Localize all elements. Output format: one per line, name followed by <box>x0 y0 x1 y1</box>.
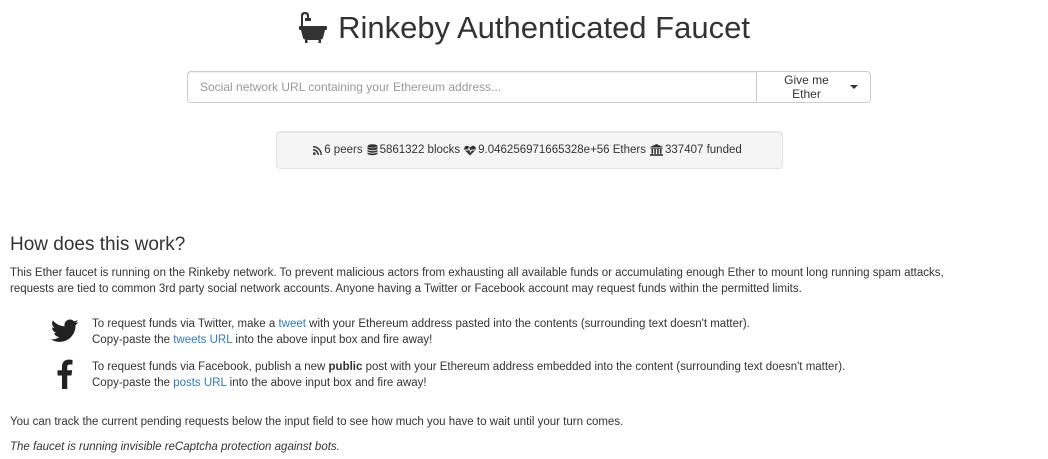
caret-down-icon <box>850 85 858 89</box>
posts-url-link[interactable]: posts URL <box>173 377 226 389</box>
facebook-text: To request funds via Facebook, publish a… <box>92 359 845 391</box>
page-header: Rinkeby Authenticated Faucet <box>0 10 1048 50</box>
facebook-line2-post: into the above input box and fire away! <box>226 377 427 389</box>
rss-icon <box>313 145 323 155</box>
blocks-count: 5861322 blocks <box>379 144 461 156</box>
twitter-line1-post: with your Ethereum address pasted into t… <box>305 318 750 330</box>
tweet-link[interactable]: tweet <box>278 318 306 330</box>
twitter-instructions: To request funds via Twitter, make a twe… <box>48 316 750 348</box>
facebook-icon <box>48 359 82 389</box>
bank-icon <box>650 144 664 156</box>
ethers-amount: 9.046256971665328e+56 Ethers <box>478 144 647 156</box>
give-me-ether-button[interactable]: Give me Ether <box>756 71 871 103</box>
twitter-line2-post: into the above input box and fire away! <box>232 334 433 346</box>
facebook-instructions: To request funds via Facebook, publish a… <box>48 359 845 391</box>
page-title: Rinkeby Authenticated Faucet <box>338 10 750 45</box>
facebook-public-bold: public <box>328 361 363 373</box>
twitter-line1-pre: To request funds via Twitter, make a <box>92 318 279 330</box>
funded-stat: 337407 funded <box>650 144 742 156</box>
facebook-line2-pre: Copy-paste the <box>92 377 174 389</box>
ethers-stat: 9.046256971665328e+56 Ethers <box>464 144 646 156</box>
peers-count: 6 peers <box>324 144 363 156</box>
facebook-line1-pre: To request funds via Facebook, publish a… <box>92 361 329 373</box>
facebook-line1-post: post with your Ethereum address embedded… <box>362 361 846 373</box>
peers-stat: 6 peers <box>313 144 363 156</box>
tweets-url-link[interactable]: tweets URL <box>173 334 232 346</box>
heartbeat-icon <box>464 145 476 156</box>
faucet-stats: 6 peers 5861322 blocks 9.046256971665328… <box>276 131 783 169</box>
social-url-input[interactable] <box>187 71 756 103</box>
give-me-ether-label: Give me Ether <box>784 73 829 101</box>
database-icon <box>366 144 378 156</box>
blocks-stat: 5861322 blocks <box>366 144 461 156</box>
faucet-page: Rinkeby Authenticated Faucet Give me Eth… <box>0 0 1048 459</box>
recaptcha-notice: The faucet is running invisible reCaptch… <box>10 441 340 453</box>
track-requests-text: You can track the current pending reques… <box>10 416 624 428</box>
funded-count: 337407 funded <box>665 144 742 156</box>
intro-line-2: requests are tied to common 3rd party so… <box>10 283 802 295</box>
how-it-works-heading: How does this work? <box>10 234 186 255</box>
twitter-icon <box>48 316 82 346</box>
twitter-line2-pre: Copy-paste the <box>92 334 174 346</box>
bath-icon <box>298 11 328 44</box>
intro-line-1: This Ether faucet is running on the Rink… <box>10 267 944 279</box>
request-form: Give me Ether <box>187 71 871 103</box>
twitter-text: To request funds via Twitter, make a twe… <box>92 316 750 348</box>
